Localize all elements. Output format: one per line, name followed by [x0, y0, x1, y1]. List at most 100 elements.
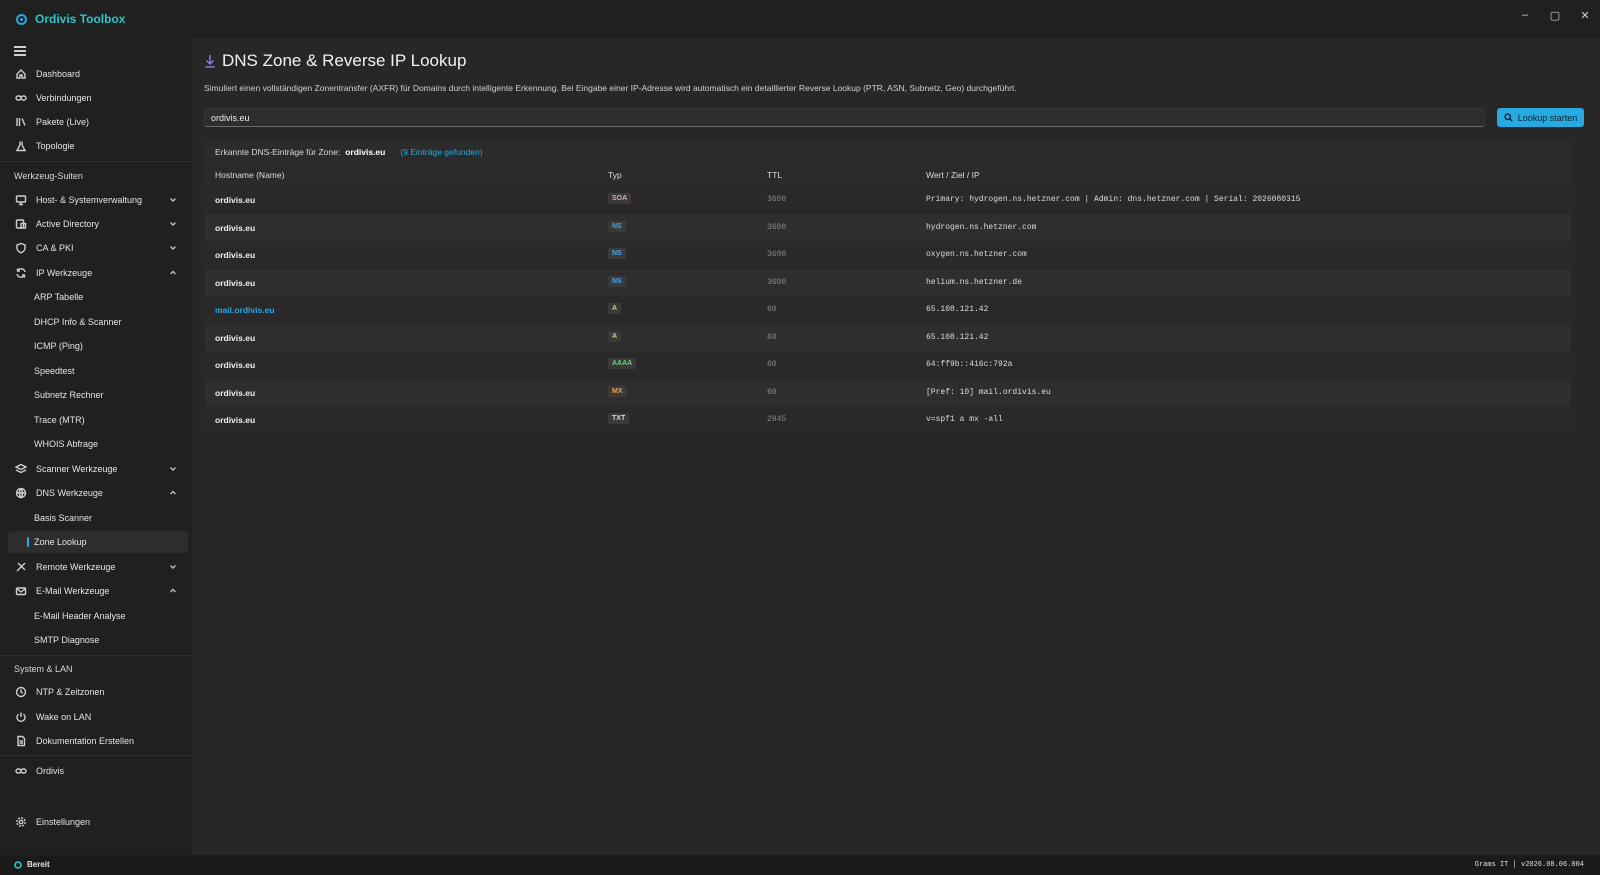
sidebar-group-host[interactable]: Host- & Systemverwaltung — [8, 189, 188, 211]
sidebar-item-basis-scanner[interactable]: Basis Scanner — [8, 507, 188, 529]
sidebar-item-speedtest[interactable]: Speedtest — [8, 360, 188, 382]
row-hostname: ordivis.eu — [215, 360, 256, 370]
sidebar-group-remote[interactable]: Remote Werkzeuge — [8, 556, 188, 578]
sidebar-group-dns[interactable]: DNS Werkzeuge — [8, 482, 188, 504]
sidebar-item-dhcp[interactable]: DHCP Info & Scanner — [8, 311, 188, 333]
lookup-start-button[interactable]: Lookup starten — [1497, 108, 1584, 127]
sidebar-item-label: Scanner Werkzeuge — [36, 464, 118, 474]
sidebar-item-label: Dokumentation Erstellen — [36, 736, 135, 746]
sidebar-item-einstellungen[interactable]: Einstellungen — [8, 811, 188, 833]
refresh-icon — [15, 267, 27, 279]
table-header: Hostname (Name) Typ TTL Wert / Ziel / IP — [205, 164, 1571, 186]
row-value: oxygen.ns.hetzner.com — [926, 250, 1027, 259]
row-ttl: 3600 — [767, 250, 787, 259]
row-hostname: ordivis.eu — [215, 222, 256, 233]
sidebar-item-pakete[interactable]: Pakete (Live) — [8, 111, 188, 133]
row-ttl: 60 — [767, 360, 777, 369]
table-row[interactable]: ordivis.eu NS 3600 hydrogen.ns.hetzner.com — [205, 213, 1571, 241]
table-row[interactable]: ordivis.eu MX 60 [Pref: 10] mail.ordivis.eu — [205, 378, 1571, 406]
minimize-button[interactable]: – — [1510, 0, 1540, 30]
sidebar-item-label: SMTP Diagnose — [34, 635, 100, 645]
table-row[interactable]: ordivis.eu TXT 2945 v=spf1 a mx -all — [205, 406, 1571, 432]
sidebar-group-scanner[interactable]: Scanner Werkzeuge — [8, 458, 188, 480]
sidebar-item-icmp[interactable]: ICMP (Ping) — [8, 335, 188, 357]
row-ttl: 3600 — [767, 195, 787, 204]
sidebar-item-smtp[interactable]: SMTP Diagnose — [8, 629, 188, 651]
maximize-button[interactable]: ▢ — [1540, 0, 1570, 30]
sidebar-item-zone-lookup[interactable]: Zone Lookup — [8, 531, 188, 553]
divider — [0, 161, 192, 162]
column-type: Typ — [608, 170, 622, 180]
sidebar-item-label: Einstellungen — [36, 817, 91, 827]
sidebar-item-ordivis[interactable]: Ordivis — [8, 760, 188, 782]
sidebar-item-label: Trace (MTR) — [34, 415, 85, 425]
sidebar-item-label: Host- & Systemverwaltung — [36, 195, 143, 205]
sidebar-item-arp-tabelle[interactable]: ARP Tabelle — [8, 286, 188, 308]
row-ttl: 60 — [767, 332, 777, 342]
sidebar-item-label: Basis Scanner — [34, 513, 93, 523]
chevron-up-icon — [168, 488, 178, 498]
row-type-badge: TXT — [608, 413, 630, 424]
table-row[interactable]: ordivis.eu SOA 3600 Primary: hydrogen.ns.he… — [205, 186, 1571, 213]
sidebar-item-label: NTP & Zeitzonen — [36, 687, 105, 697]
document-icon — [15, 735, 27, 747]
row-type-badge: NS — [608, 220, 626, 232]
app-logo-icon — [16, 13, 27, 25]
sidebar-item-label: ARP Tabelle — [34, 292, 84, 302]
sidebar-group-ip-werkzeuge[interactable]: IP Werkzeuge — [8, 262, 188, 284]
sidebar-item-wake-on-lan[interactable]: Wake on LAN — [8, 706, 188, 728]
sidebar-item-verbindungen[interactable]: Verbindungen — [8, 87, 188, 109]
sidebar-item-dashboard[interactable]: Dashboard — [8, 63, 188, 85]
row-ttl: 60 — [767, 387, 777, 397]
close-button[interactable]: ✕ — [1570, 0, 1600, 30]
row-hostname: ordivis.eu — [215, 250, 256, 260]
table-row[interactable]: ordivis.eu AAAA 60 64:ff9b::416c:792a — [205, 351, 1571, 378]
row-hostname: ordivis.eu — [215, 387, 256, 398]
row-type-badge: MX — [608, 385, 627, 397]
sidebar-item-label: Verbindungen — [36, 93, 92, 103]
layers-icon — [15, 463, 27, 475]
hamburger-menu-icon[interactable] — [14, 46, 26, 58]
chevron-down-icon — [168, 243, 178, 253]
sidebar-item-label: WHOIS Abfrage — [34, 439, 99, 449]
page-description: Simuliert einen vollständigen Zonentrans… — [204, 83, 1017, 93]
directory-icon — [15, 218, 27, 230]
table-row[interactable]: mail.ordivis.eu A 60 65.108.121.42 — [205, 296, 1571, 323]
sidebar-item-whois[interactable]: WHOIS Abfrage — [8, 433, 188, 455]
sidebar-item-label: Subnetz Rechner — [34, 390, 104, 400]
table-row[interactable]: ordivis.eu NS 3600 oxygen.ns.hetzner.com — [205, 241, 1571, 268]
sidebar-item-label: Ordivis — [36, 766, 65, 776]
page-title-text: DNS Zone & Reverse IP Lookup — [222, 51, 467, 70]
column-hostname: Hostname (Name) — [215, 170, 285, 180]
sidebar-item-subnetz[interactable]: Subnetz Rechner — [8, 384, 188, 406]
divider — [0, 655, 192, 656]
home-icon — [15, 68, 27, 80]
chevron-down-icon — [168, 464, 178, 474]
table-row[interactable]: ordivis.eu A 60 65.108.121.42 — [205, 323, 1571, 351]
page-title: DNS Zone & Reverse IP Lookup — [204, 51, 466, 71]
power-icon — [15, 711, 27, 723]
row-value: v=spf1 a mx -all — [926, 415, 1003, 424]
domain-input[interactable] — [204, 108, 1485, 127]
column-ttl: TTL — [767, 170, 783, 180]
sidebar-item-dokumentation[interactable]: Dokumentation Erstellen — [8, 730, 188, 752]
sidebar-item-trace[interactable]: Trace (MTR) — [8, 409, 188, 431]
row-hostname: ordivis.eu — [215, 195, 256, 205]
row-type-badge: NS — [608, 275, 626, 287]
sidebar-group-active-directory[interactable]: Active Directory — [8, 213, 188, 235]
sidebar-item-label: Zone Lookup — [34, 537, 87, 547]
sidebar-item-ntp[interactable]: NTP & Zeitzonen — [8, 681, 188, 703]
main-content: DNS Zone & Reverse IP Lookup Simuliert e… — [192, 38, 1600, 855]
row-hostname[interactable]: mail.ordivis.eu — [215, 305, 275, 315]
sidebar-item-email-header[interactable]: E-Mail Header Analyse — [8, 605, 188, 627]
monitor-icon — [15, 194, 27, 206]
gear-icon — [15, 816, 27, 828]
sidebar-group-ca-pki[interactable]: CA & PKI — [8, 237, 188, 259]
row-type-badge: AAAA — [608, 358, 637, 369]
results-zone: ordivis.eu — [345, 146, 386, 157]
sidebar-item-topologie[interactable]: Topologie — [8, 135, 188, 157]
sidebar-group-email[interactable]: E-Mail Werkzeuge — [8, 580, 188, 602]
sidebar-item-label: E-Mail Werkzeuge — [36, 586, 110, 596]
table-row[interactable]: ordivis.eu NS 3600 helium.ns.hetzner.de — [205, 268, 1571, 296]
chevron-down-icon — [168, 562, 178, 572]
